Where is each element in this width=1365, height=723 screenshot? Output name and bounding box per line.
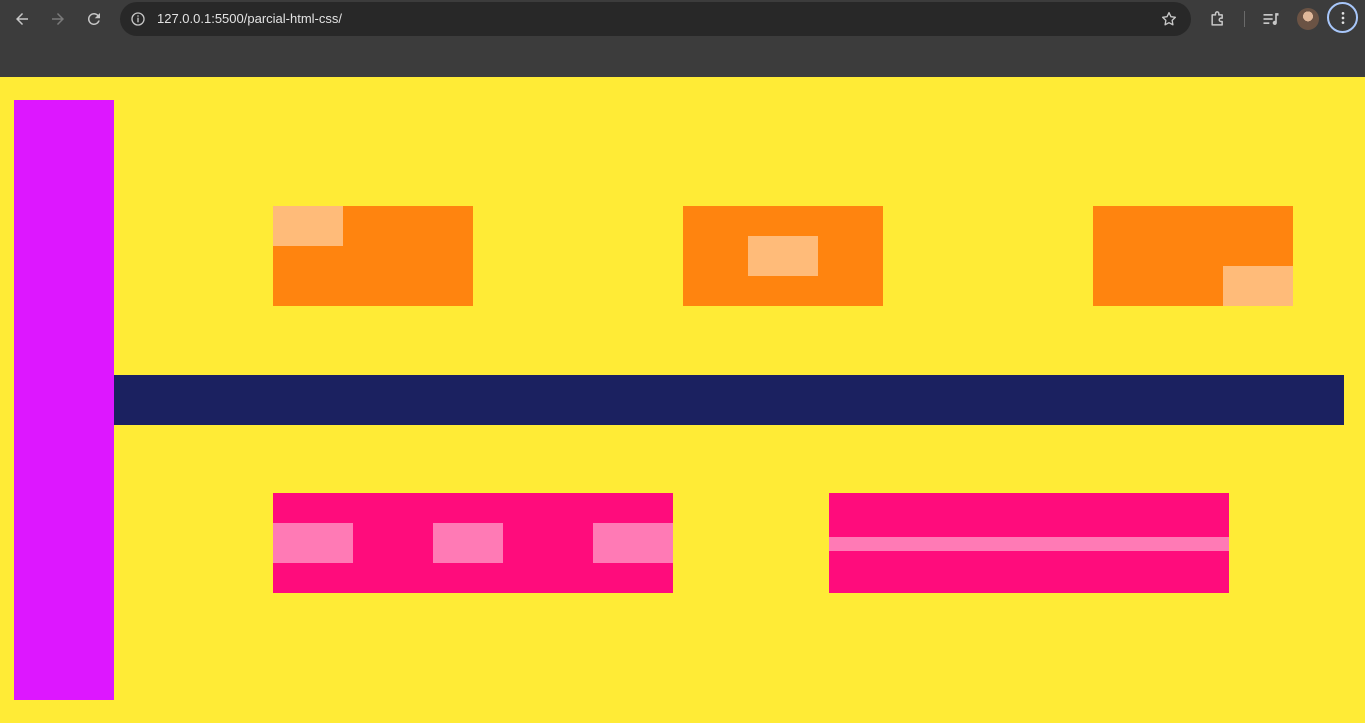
pink-box-1-inner-left: [273, 523, 353, 563]
orange-box-1: [273, 206, 473, 306]
pink-box-2-stripe: [829, 537, 1229, 551]
kebab-menu-icon[interactable]: [1327, 2, 1358, 33]
browser-toolbar: 127.0.0.1:5500/parcial-html-css/: [0, 0, 1365, 38]
media-queue-icon[interactable]: [1259, 7, 1283, 31]
reload-button[interactable]: [80, 5, 108, 33]
orange-box-3-inner: [1223, 266, 1293, 306]
pink-box-1: [273, 493, 673, 593]
back-arrow-icon: [16, 13, 28, 25]
site-info-icon[interactable]: [128, 9, 148, 29]
back-button[interactable]: [8, 5, 36, 33]
pink-box-2: [829, 493, 1229, 593]
orange-box-2: [683, 206, 883, 306]
toolbar-divider: [1244, 11, 1245, 27]
orange-box-2-inner: [748, 236, 818, 276]
address-bar[interactable]: 127.0.0.1:5500/parcial-html-css/: [120, 2, 1191, 36]
bookmarks-bar: [0, 38, 1365, 77]
sidebar-block: [14, 100, 114, 700]
orange-box-3: [1093, 206, 1293, 306]
forward-arrow-icon: [52, 13, 64, 25]
pink-box-1-inner-center: [433, 523, 503, 563]
pink-box-1-inner-right: [593, 523, 673, 563]
forward-button[interactable]: [44, 5, 72, 33]
page-viewport: [0, 77, 1365, 723]
url-text[interactable]: 127.0.0.1:5500/parcial-html-css/: [157, 2, 342, 36]
divider-bar: [114, 375, 1344, 425]
orange-box-1-inner: [273, 206, 343, 246]
profile-avatar[interactable]: [1297, 8, 1319, 30]
puzzle-icon[interactable]: [1206, 7, 1230, 31]
reload-icon: [87, 12, 100, 25]
star-icon[interactable]: [1159, 9, 1179, 29]
